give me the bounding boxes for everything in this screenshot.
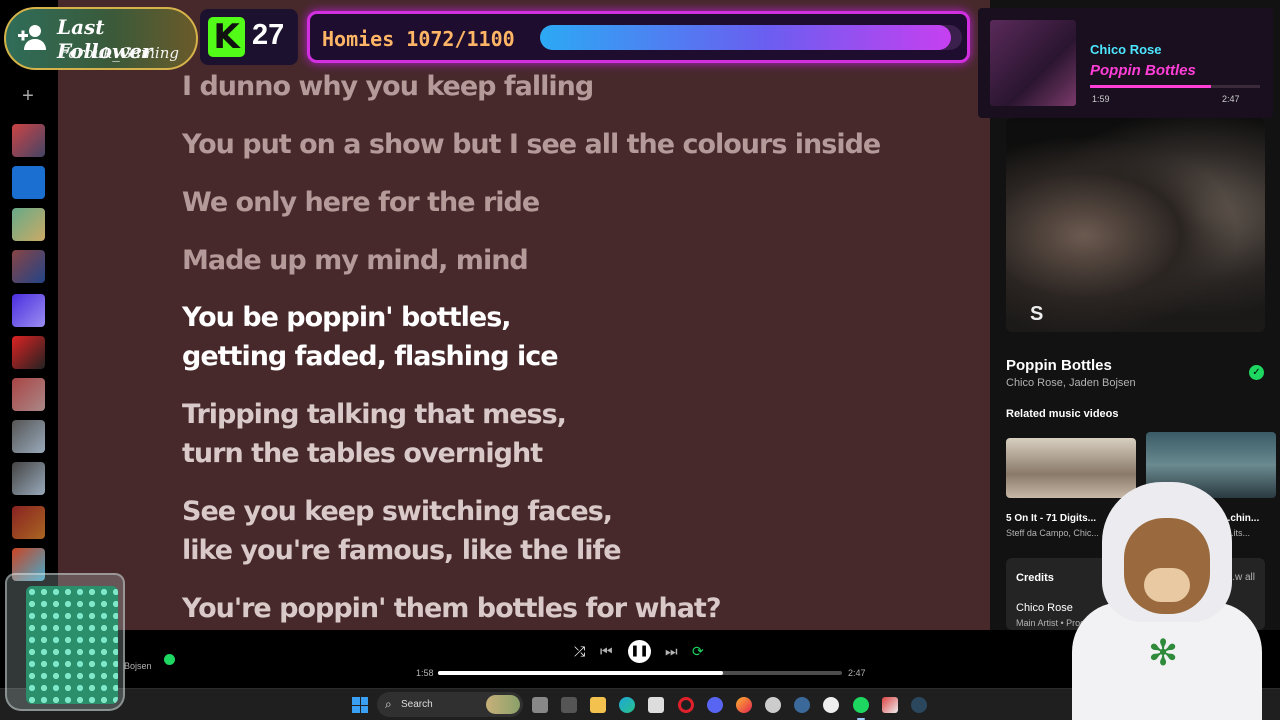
overlay-elapsed: 1:59 — [1092, 94, 1110, 104]
steam-icon[interactable] — [794, 697, 810, 713]
lyric-line[interactable]: turn the tables overnight — [182, 434, 543, 473]
lyrics-view: I dunno why you keep falling You put on … — [58, 0, 990, 630]
library-item[interactable] — [12, 420, 45, 453]
edge-icon[interactable] — [619, 697, 635, 713]
goal-progress-fill — [540, 25, 952, 50]
search-highlight-icon — [486, 695, 520, 714]
credit-name[interactable]: Chico Rose — [1016, 602, 1073, 614]
opera-icon[interactable] — [678, 697, 694, 713]
lyric-line-active[interactable]: getting faded, flashing ice — [182, 337, 559, 376]
library-item[interactable] — [12, 506, 45, 539]
lyric-line[interactable]: You're poppin' them bottles for what? — [182, 589, 721, 628]
last-follower-overlay: Last Follower Farouk_Gaming — [4, 7, 198, 70]
overlay-progress-bar — [1090, 85, 1260, 88]
progress-fill — [438, 671, 724, 675]
album-cover — [990, 20, 1076, 106]
overlay-duration: 2:47 — [1222, 94, 1240, 104]
repeat-icon[interactable]: ⟳ — [692, 642, 704, 660]
add-playlist-icon[interactable]: + — [18, 86, 38, 106]
app-icon[interactable] — [561, 697, 577, 713]
jar-contents — [26, 586, 118, 704]
label-logo-icon: S — [1030, 303, 1044, 325]
library-item[interactable] — [12, 336, 45, 369]
library-item[interactable] — [12, 378, 45, 411]
app-icon[interactable] — [765, 697, 781, 713]
discord-icon[interactable] — [707, 697, 723, 713]
artist-image[interactable]: S — [1006, 118, 1265, 332]
homies-goal-overlay: Homies 1072/1100 — [307, 11, 970, 63]
progress-bar[interactable] — [438, 671, 842, 675]
leaf-icon: ✻ — [1148, 632, 1179, 673]
lyric-line[interactable]: See you keep switching faces, — [182, 492, 613, 531]
overlay-title: Poppin Bottles — [1090, 62, 1196, 79]
library-item[interactable] — [12, 208, 45, 241]
overlay-progress-fill — [1090, 85, 1212, 88]
goal-label: Homies 1072/1100 — [322, 27, 515, 51]
follower-name: Farouk_Gaming — [59, 44, 179, 62]
shuffle-icon[interactable]: ⤮ — [574, 642, 585, 660]
library-item[interactable] — [12, 250, 45, 283]
spotify-icon[interactable] — [853, 697, 869, 713]
saved-check-icon[interactable]: ✓ — [1249, 365, 1264, 380]
lyric-line[interactable]: You put on a show but I see all the colo… — [182, 125, 881, 164]
search-icon: ⌕ — [385, 697, 392, 711]
app-icon[interactable] — [882, 697, 898, 713]
kick-followers-overlay: K 27 — [200, 9, 298, 65]
lyric-line[interactable]: I dunno why you keep falling — [182, 67, 594, 106]
lyric-line[interactable]: Tripping talking that mess, — [182, 395, 567, 434]
taskbar-search[interactable]: ⌕ Search — [377, 692, 523, 717]
mascot-snout — [1144, 568, 1190, 602]
next-icon[interactable]: ⏭ — [665, 642, 678, 660]
task-view-icon[interactable] — [532, 697, 548, 713]
saved-check-icon[interactable] — [164, 654, 175, 665]
firefox-icon[interactable] — [736, 697, 752, 713]
kick-logo-icon: K — [208, 17, 245, 57]
track-title[interactable]: Poppin Bottles — [1006, 357, 1112, 374]
credits-heading: Credits — [1016, 572, 1054, 584]
library-item[interactable] — [12, 462, 45, 495]
steam-icon[interactable] — [911, 697, 927, 713]
file-explorer-icon[interactable] — [590, 697, 606, 713]
lyric-line[interactable]: Made up my mind, mind — [182, 241, 529, 280]
kick-count: 27 — [252, 19, 285, 51]
previous-icon[interactable]: ⏮ — [600, 642, 613, 660]
duration-time: 2:47 — [848, 668, 866, 678]
lyric-line-active[interactable]: You be poppin' bottles, — [182, 298, 512, 337]
bear-mascot: ✻ — [1072, 482, 1262, 720]
goal-progress-bar — [540, 25, 962, 50]
library-item[interactable] — [12, 124, 45, 157]
track-artists[interactable]: Chico Rose, Jaden Bojsen — [1006, 377, 1136, 389]
obs-icon[interactable] — [823, 697, 839, 713]
search-label: Search — [401, 699, 433, 710]
overlay-artist: Chico Rose — [1090, 42, 1162, 57]
lyric-line[interactable]: like you're famous, like the life — [182, 531, 622, 570]
liked-songs-item[interactable] — [12, 294, 45, 327]
windows-start-icon[interactable] — [352, 697, 368, 713]
pause-button[interactable]: ❚❚ — [628, 640, 651, 663]
now-playing-artist[interactable]: Bojsen — [124, 661, 152, 671]
related-videos-heading: Related music videos — [1006, 408, 1119, 420]
elapsed-time: 1:58 — [416, 668, 434, 678]
add-user-icon — [18, 22, 48, 59]
app-icon[interactable] — [648, 697, 664, 713]
lyric-line[interactable]: We only here for the ride — [182, 183, 540, 222]
now-playing-overlay: Chico Rose Poppin Bottles 1:59 2:47 — [978, 8, 1273, 118]
library-item[interactable] — [12, 166, 45, 199]
library-sidebar: + — [0, 0, 58, 630]
